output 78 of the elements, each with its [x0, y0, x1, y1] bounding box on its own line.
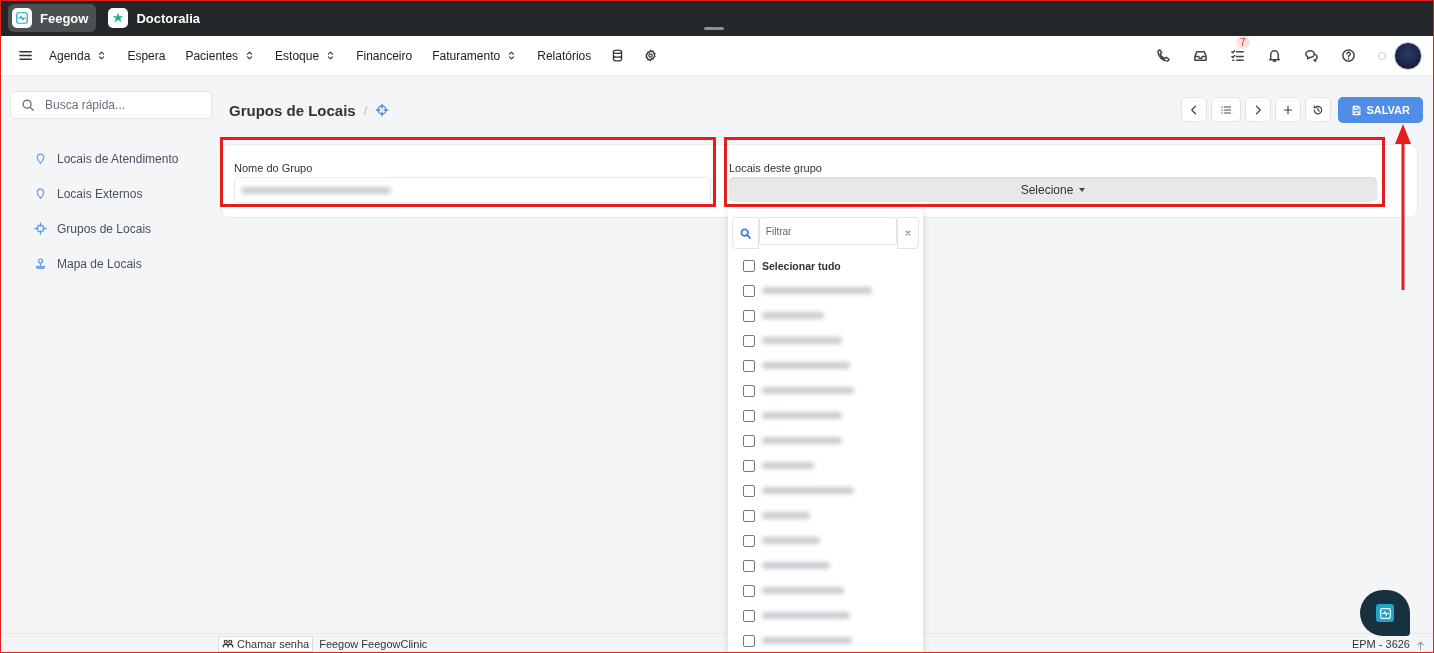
list-icon — [1220, 103, 1233, 116]
chat-icon — [1304, 48, 1319, 63]
checkbox[interactable] — [743, 434, 755, 447]
history-icon — [1312, 103, 1325, 116]
sidebar-item[interactable]: Locais Externos — [34, 176, 212, 211]
checkbox[interactable] — [743, 609, 755, 622]
blurred-text — [762, 512, 810, 519]
settings-icon — [644, 49, 658, 62]
checkbox[interactable] — [743, 259, 755, 272]
nav-menu-item[interactable]: Espera — [127, 48, 166, 63]
app-tab[interactable]: Feegow — [8, 4, 97, 32]
checkbox[interactable] — [743, 484, 755, 497]
people-icon — [222, 637, 234, 650]
checklist-icon — [1230, 48, 1245, 63]
pulse-icon — [1378, 606, 1392, 620]
sidebar-item[interactable]: Locais de Atendimento — [34, 141, 212, 176]
pulse-icon — [15, 11, 29, 25]
list-button[interactable] — [1211, 97, 1242, 122]
inbox-icon — [1193, 48, 1208, 63]
checkbox[interactable] — [743, 559, 755, 572]
star-icon — [111, 11, 126, 25]
crosshair-icon — [375, 103, 390, 117]
notification-badge: 7 — [1236, 36, 1250, 49]
checkbox[interactable] — [743, 309, 755, 322]
page-title: Grupos de Locais — [229, 101, 356, 119]
plus-icon — [1282, 103, 1295, 116]
nav-menu-item[interactable]: Agenda — [49, 48, 108, 63]
next-button[interactable] — [1245, 97, 1272, 122]
history-button[interactable] — [1305, 97, 1332, 122]
app-tab[interactable]: Doctoralia — [104, 4, 208, 32]
search-field[interactable]: Busca rápida... — [10, 91, 212, 119]
phone-icon — [1156, 48, 1171, 63]
pin-icon — [34, 152, 47, 165]
crosshair-icon — [34, 222, 47, 235]
blurred-text — [762, 537, 820, 544]
checkbox[interactable] — [743, 409, 755, 422]
checkbox[interactable] — [743, 584, 755, 597]
input-field[interactable] — [234, 177, 711, 203]
nav-menu-item[interactable]: Estoque — [275, 48, 337, 63]
user-avatar[interactable] — [1394, 41, 1422, 70]
option-label: Selecionar tudo — [762, 259, 841, 272]
sidebar-item[interactable]: Mapa de Locais — [34, 246, 212, 281]
nav-menu-item[interactable]: Financeiro — [356, 48, 413, 63]
field-label: Locais deste grupo — [729, 162, 823, 174]
blurred-text — [762, 562, 830, 569]
blurred-text — [762, 462, 814, 469]
map-pin-icon — [34, 257, 47, 270]
bell-icon — [1267, 48, 1282, 63]
breadcrumb-separator: / — [363, 102, 368, 118]
organization-name: Feegow FeegowClinic — [319, 637, 428, 650]
checkbox[interactable] — [743, 634, 755, 647]
nav-menu-item[interactable]: Pacientes — [185, 48, 256, 63]
database-icon — [611, 49, 625, 62]
pin-icon — [34, 187, 47, 200]
checkbox[interactable] — [743, 334, 755, 347]
sidebar-item[interactable]: Grupos de Locais — [34, 211, 212, 246]
call-button[interactable]: Chamar senha — [218, 635, 314, 652]
previous-button[interactable] — [1181, 97, 1208, 122]
menu-icon — [18, 48, 33, 63]
filter-field[interactable]: Filtrar — [758, 217, 897, 245]
help-icon — [1341, 48, 1356, 63]
search-icon — [738, 226, 752, 240]
blurred-text — [762, 312, 824, 319]
checkbox[interactable] — [743, 359, 755, 372]
select-dropdown[interactable]: Selecione — [729, 177, 1377, 202]
drag-handle[interactable] — [704, 27, 724, 30]
version-label: EPM - 3626 — [1351, 637, 1410, 650]
checkbox[interactable] — [743, 459, 755, 472]
field-label: Nome do Grupo — [234, 162, 314, 174]
nav-menu-item[interactable]: Faturamento — [432, 48, 518, 63]
search-button[interactable] — [732, 217, 759, 249]
checkbox[interactable] — [743, 384, 755, 397]
checkbox[interactable] — [743, 509, 755, 522]
nav-menu-item[interactable]: Relatórios — [537, 48, 592, 63]
chat-launcher[interactable] — [1360, 590, 1410, 636]
arrow-up-icon — [1415, 640, 1426, 651]
checkbox[interactable] — [743, 284, 755, 297]
checkbox[interactable] — [743, 534, 755, 547]
